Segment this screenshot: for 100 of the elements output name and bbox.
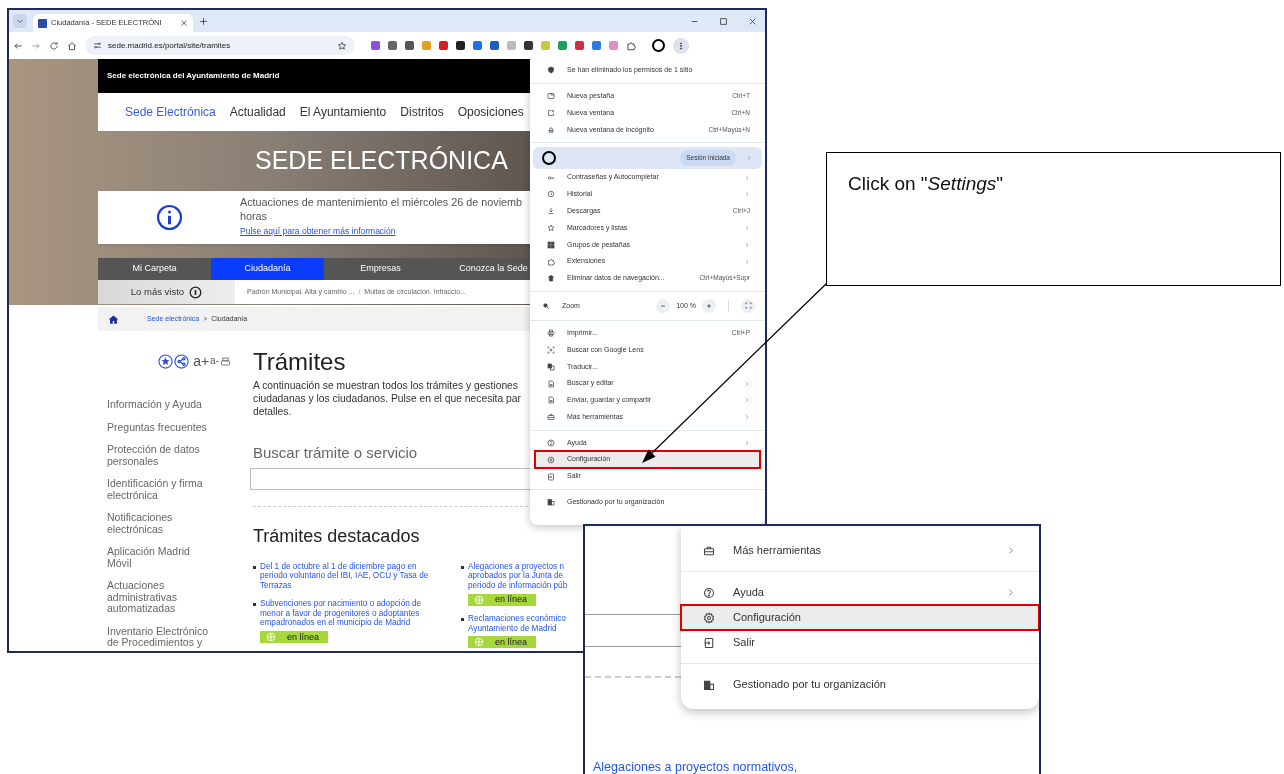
- procedure-link[interactable]: Del 1 de octubre al 1 de diciembre pago en periodo voluntario del IBI, IAE, OCU y Tasa de Terrazas: [260, 561, 429, 591]
- menu-item-label: Ayuda: [733, 585, 765, 601]
- sidebar-link[interactable]: Identificación y firma electrónica: [107, 478, 253, 501]
- more-menu-button[interactable]: [673, 37, 689, 54]
- reload-icon[interactable]: [49, 40, 59, 51]
- site-settings-icon[interactable]: [93, 41, 102, 50]
- magnifier-icon: [542, 301, 550, 310]
- trash-icon: [547, 274, 555, 283]
- help-icon: [547, 438, 555, 447]
- menu-item[interactable]: Más herramientas: [681, 538, 1039, 563]
- badge-label: en línea: [287, 630, 320, 644]
- home-icon[interactable]: [67, 40, 77, 51]
- site-header-title: Sede electrónica del Ayuntamiento de Madrid: [107, 70, 280, 82]
- procedure-link[interactable]: Alegaciones a proyectos n aprobados por la Junta de periodo de información púb: [468, 561, 568, 591]
- procedure-link[interactable]: Reclamaciones económico Ayuntamiento de Madrid: [468, 613, 566, 634]
- more-icon: [677, 41, 685, 50]
- nav-link[interactable]: El Ayuntamiento: [299, 103, 387, 121]
- badge-label: en línea: [495, 635, 528, 649]
- star-icon[interactable]: [337, 40, 347, 51]
- fullscreen-button[interactable]: [741, 298, 755, 313]
- home-icon[interactable]: [108, 313, 119, 325]
- back-icon[interactable]: [13, 40, 23, 51]
- incognito-icon: [547, 125, 555, 134]
- profile-avatar: [542, 151, 556, 166]
- grid-icon: [547, 240, 555, 249]
- address-bar[interactable]: sede.madrid.es/portal/site/tramites: [85, 36, 355, 55]
- callout-text: Click on "Settings": [848, 172, 1004, 196]
- info-link[interactable]: Pulse aquí para obtener más información: [240, 225, 523, 238]
- shield-icon: [547, 66, 555, 75]
- key-icon: [547, 173, 555, 182]
- menu-item[interactable]: Salir: [681, 630, 1039, 655]
- building-icon: [703, 678, 715, 691]
- exit-icon: [547, 472, 555, 481]
- sidebar-link[interactable]: Protección de datos personales: [107, 444, 253, 467]
- menu-item-label: Más herramientas: [733, 543, 823, 559]
- printer-icon[interactable]: [220, 355, 231, 367]
- nav-link[interactable]: Oposiciones: [457, 103, 524, 121]
- bullet-icon: [461, 617, 464, 621]
- procedure-link[interactable]: Alegaciones a proyectos normativos,: [593, 758, 798, 774]
- close-icon[interactable]: [180, 19, 188, 27]
- translate-icon: [547, 362, 555, 371]
- maximize-icon[interactable]: [719, 16, 728, 26]
- bullet-icon: [253, 602, 256, 606]
- toolbox-icon: [547, 413, 555, 422]
- nav-link[interactable]: Distritos: [400, 103, 444, 121]
- sidebar-link[interactable]: Preguntas frecuentes: [107, 421, 253, 433]
- puzzle-icon: [547, 257, 555, 266]
- exit-icon: [703, 636, 715, 649]
- sidebar-link[interactable]: Información y Ayuda: [107, 399, 253, 411]
- bullet-icon: [461, 565, 464, 569]
- tab-list-button[interactable]: [13, 14, 27, 28]
- page-title: Trámites: [253, 348, 346, 376]
- zoom-in-button[interactable]: [702, 298, 716, 313]
- info-icon: [189, 285, 203, 299]
- printer-icon: [547, 329, 555, 338]
- section-tab[interactable]: Ciudadanía: [211, 258, 324, 280]
- plus-icon: [706, 302, 712, 309]
- sidebar-link[interactable]: Actuaciones administrativas automatizadas: [107, 580, 253, 615]
- settings-icon: [703, 611, 715, 624]
- procedure-link[interactable]: Subvenciones por nacimiento o adopción de menor a favor de progenitores o adoptantes empadronados en el municipio de Madrid: [260, 598, 422, 629]
- forward-icon[interactable]: [31, 40, 41, 51]
- toolbox-icon: [703, 544, 715, 557]
- url-text: sede.madrid.es/portal/site/tramites: [108, 39, 232, 52]
- building-icon: [547, 498, 555, 507]
- help-icon: [703, 586, 715, 599]
- menu-item[interactable]: Gestionado por tu organización: [681, 672, 1039, 697]
- favorite-icon[interactable]: [158, 353, 174, 369]
- badge-label: en línea: [495, 593, 528, 607]
- minus-icon: [660, 302, 667, 309]
- intro-text: A continuación se muestran todos los trámites y gestiones ciudadanas y los ciudadanos. Pulse en el que necesita par detalles.: [253, 379, 521, 418]
- text-size-increase[interactable]: a+: [193, 354, 210, 368]
- menu-item-label: Configuración: [733, 610, 802, 626]
- section-title: Trámites destacados: [253, 524, 420, 548]
- sidebar-link[interactable]: Inventario Electrónico de Procedimientos y: [107, 625, 253, 649]
- notice-text: Actuaciones de mantenimiento el miércoles 26 de noviemb horas: [240, 195, 523, 223]
- profile-avatar[interactable]: [652, 39, 665, 52]
- nav-link[interactable]: Sede Electrónica: [125, 103, 216, 121]
- star-icon: [547, 223, 555, 232]
- zoom-out-button[interactable]: [656, 298, 671, 313]
- document-icon: [547, 379, 555, 388]
- plus-icon[interactable]: [199, 16, 208, 26]
- menu-item-label: Salir: [733, 635, 756, 651]
- menu-item[interactable]: Ayuda: [681, 580, 1039, 605]
- menu-item-label: Gestionado por tu organización: [733, 677, 887, 693]
- text-size-decrease[interactable]: a-: [210, 356, 219, 366]
- search-label: Buscar trámite o servicio: [253, 443, 418, 463]
- share-icon[interactable]: [174, 353, 190, 369]
- fullscreen-icon: [744, 302, 752, 310]
- hero-title: SEDE ELECTRÓNICA: [255, 145, 508, 177]
- nav-link[interactable]: Actualidad: [229, 103, 286, 121]
- bullet-icon: [253, 565, 256, 569]
- sidebar-link[interactable]: Aplicación Madrid Móvil: [107, 546, 253, 569]
- lens-icon: [547, 345, 555, 354]
- puzzle-icon[interactable]: [626, 40, 636, 51]
- sidebar-link[interactable]: Notificaciones electrónicas: [107, 512, 253, 535]
- window-icon: [547, 109, 555, 117]
- close-icon[interactable]: [748, 16, 757, 26]
- info-icon: [155, 204, 183, 231]
- caret-icon: [16, 17, 24, 25]
- menu-item[interactable]: Configuración: [681, 605, 1039, 630]
